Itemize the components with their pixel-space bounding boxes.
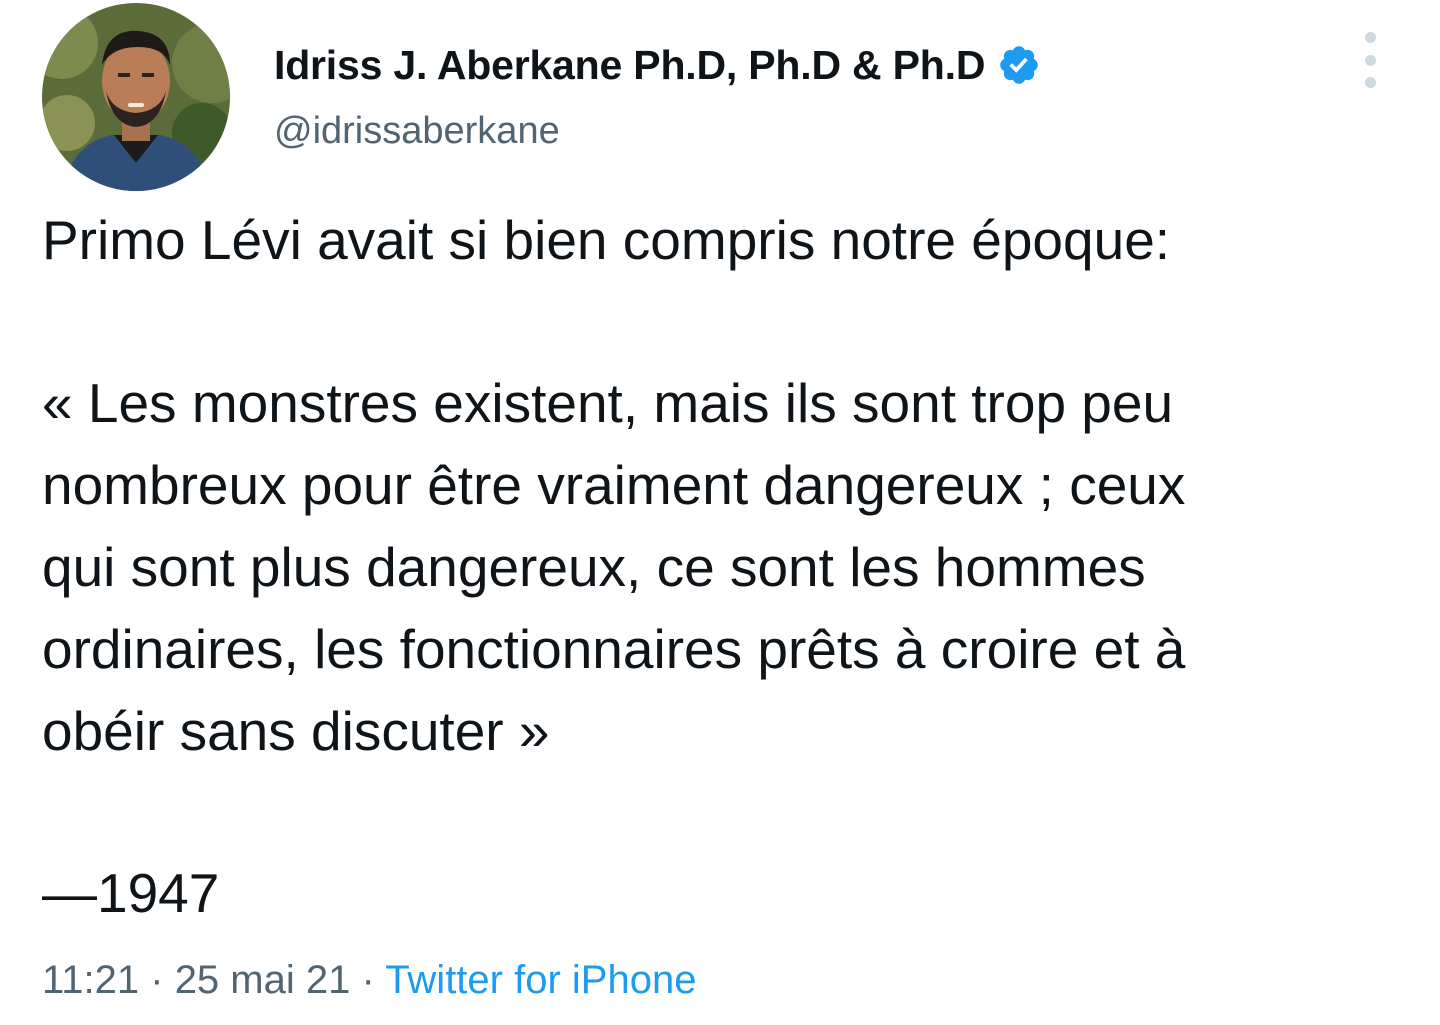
- tweet-quote: « Les monstres existent, mais ils sont t…: [42, 362, 1412, 772]
- tweet-quote-line: nombreux pour être vraiment dangereux ; …: [42, 454, 1186, 516]
- tweet-signature-line: —1947: [42, 862, 220, 924]
- tweet-quote-line: obéir sans discuter »: [42, 700, 550, 762]
- more-vertical-icon[interactable]: [1352, 32, 1388, 88]
- avatar[interactable]: [42, 3, 230, 191]
- verified-badge-icon: [997, 43, 1041, 87]
- tweet-time[interactable]: 11:21: [42, 958, 139, 1002]
- tweet-signature: —1947: [42, 852, 1412, 934]
- more-dot: [1364, 32, 1376, 43]
- more-dot: [1364, 54, 1376, 66]
- tweet-date[interactable]: 25 mai 21: [175, 958, 351, 1002]
- meta-separator: ·: [350, 958, 386, 1002]
- tweet-intro-line: Primo Lévi avait si bien compris notre é…: [42, 209, 1171, 271]
- meta-separator: ·: [139, 958, 175, 1002]
- more-dot: [1364, 77, 1376, 88]
- author-handle[interactable]: @idrissaberkane: [274, 110, 560, 153]
- tweet-card: Idriss J. Aberkane Ph.D, Ph.D & Ph.D @id…: [0, 0, 1440, 1025]
- tweet-quote-line: qui sont plus dangereux, ce sont les hom…: [42, 536, 1146, 598]
- tweet-intro: Primo Lévi avait si bien compris notre é…: [42, 199, 1412, 281]
- author-display-name[interactable]: Idriss J. Aberkane Ph.D, Ph.D & Ph.D: [274, 42, 985, 89]
- tweet-source-link[interactable]: Twitter for iPhone: [385, 958, 696, 1002]
- tweet-quote-line: « Les monstres existent, mais ils sont t…: [42, 372, 1174, 434]
- tweet-meta: 11:21 · 25 mai 21 · Twitter for iPhone: [42, 953, 696, 1007]
- tweet-quote-line: ordinaires, les fonctionnaires prêts à c…: [42, 618, 1186, 680]
- author-name-row[interactable]: Idriss J. Aberkane Ph.D, Ph.D & Ph.D: [274, 40, 1041, 90]
